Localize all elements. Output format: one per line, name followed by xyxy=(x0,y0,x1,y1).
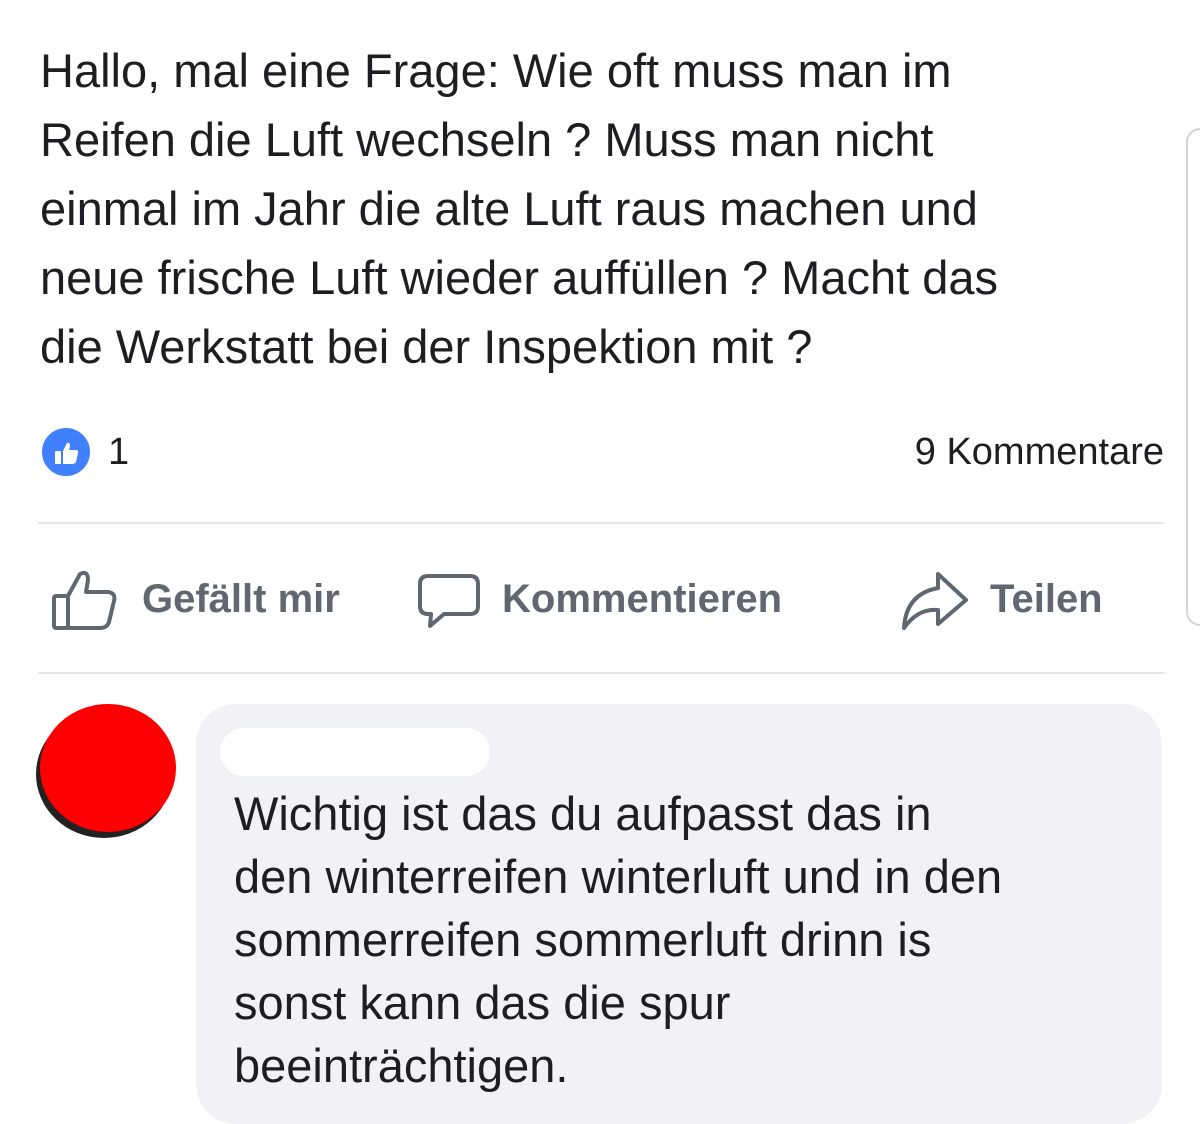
post-action-bar: Gefällt mir Kommentieren Teilen xyxy=(38,560,1164,640)
post-text-line: neue frische Luft wieder auffüllen ? Mac… xyxy=(40,251,998,304)
post-text-line: die Werkstatt bei der Inspektion mit ? xyxy=(40,320,813,373)
commenter-name-redacted[interactable] xyxy=(220,728,490,776)
post-text-line: einmal im Jahr die alte Luft raus machen… xyxy=(40,182,978,235)
post-text: Hallo, mal eine Frage: Wie oft muss man … xyxy=(40,36,1160,381)
post-text-line: Hallo, mal eine Frage: Wie oft muss man … xyxy=(40,44,952,97)
share-button-label: Teilen xyxy=(990,577,1103,621)
comment-text-line: sommerreifen sommerluft drinn is xyxy=(234,913,932,966)
divider xyxy=(38,522,1164,524)
share-button[interactable]: Teilen xyxy=(898,560,1138,640)
comment-text-line: sonst kann das die spur xyxy=(234,976,731,1029)
comment-text-line: Wichtig ist das du aufpasst das in xyxy=(234,787,932,840)
comment-text: Wichtig ist das du aufpasst das in den w… xyxy=(234,782,1154,1097)
thumbs-up-icon xyxy=(55,442,79,464)
comment-text-line: den winterreifen winterluft und in den xyxy=(234,850,1003,903)
comment-bubble: Wichtig ist das du aufpasst das in den w… xyxy=(196,704,1162,1124)
commenter-avatar[interactable] xyxy=(40,704,176,832)
thumbs-up-outline-icon xyxy=(52,570,117,630)
speech-bubble-icon xyxy=(418,574,480,628)
side-panel-edge xyxy=(1186,128,1200,626)
like-button-label: Gefällt mir xyxy=(142,577,340,621)
comment-count-link[interactable]: 9 Kommentare xyxy=(915,430,1164,474)
divider xyxy=(38,672,1164,674)
like-count[interactable]: 1 xyxy=(108,430,129,474)
like-button[interactable]: Gefällt mir xyxy=(50,560,370,640)
comment-text-line: beeinträchtigen. xyxy=(234,1039,569,1092)
like-reaction-icon[interactable] xyxy=(40,426,92,478)
comment-button[interactable]: Kommentieren xyxy=(414,560,814,640)
share-arrow-icon xyxy=(902,572,968,630)
reactions-summary: 1 9 Kommentare xyxy=(40,424,1164,480)
comment-button-label: Kommentieren xyxy=(502,577,783,621)
post-text-line: Reifen die Luft wechseln ? Muss man nich… xyxy=(40,113,934,166)
